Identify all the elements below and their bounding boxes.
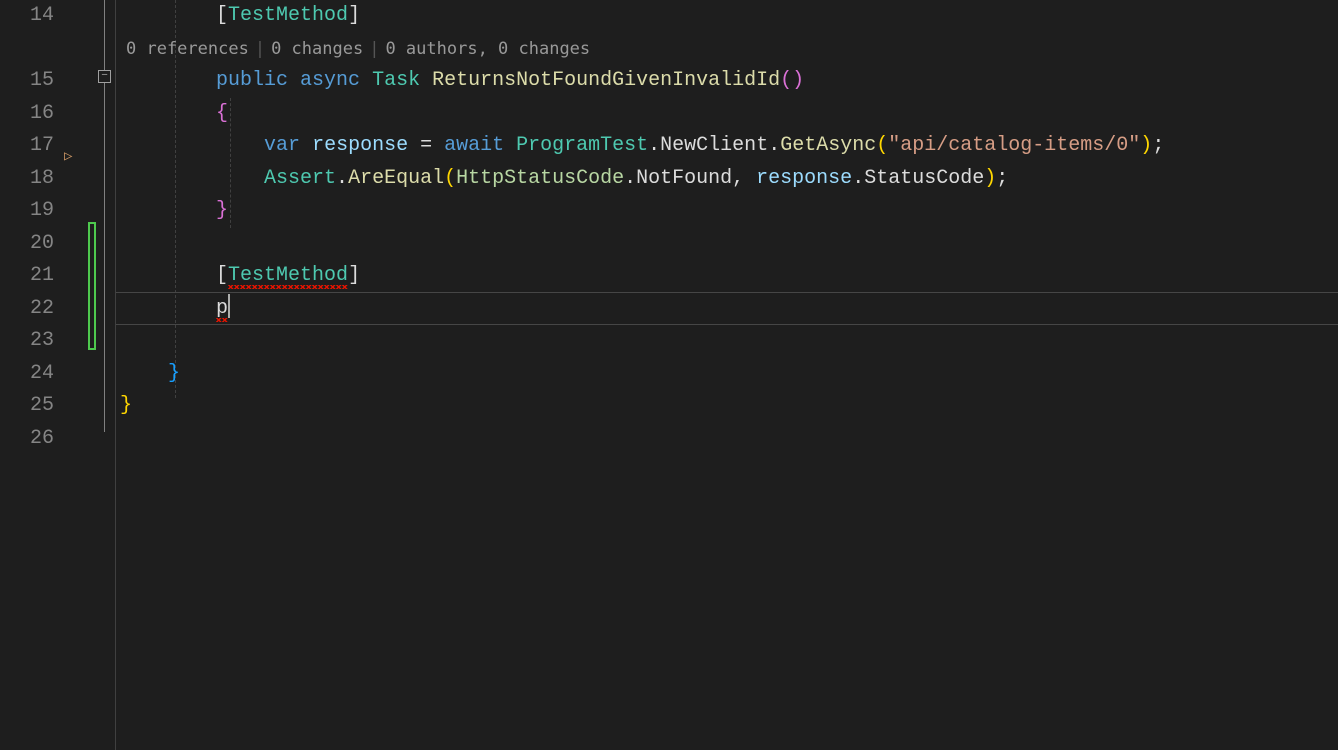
code-line[interactable]: [TestMethod] xyxy=(116,260,1338,293)
line-number: 20 xyxy=(0,228,54,261)
type-name: Assert xyxy=(264,167,336,190)
line-number: 24 xyxy=(0,358,54,391)
code-line[interactable]: [TestMethod] xyxy=(116,0,1338,33)
folding-margin[interactable]: − xyxy=(100,0,116,750)
code-editor[interactable]: 14 15 16 17 18 19 20 21 22 23 24 25 26 ▷… xyxy=(0,0,1338,750)
semicolon: ; xyxy=(996,167,1008,190)
bracket: [ xyxy=(216,264,228,287)
brace: } xyxy=(168,362,180,385)
paren: ) xyxy=(984,167,996,190)
codelens-authors[interactable]: 0 authors, 0 changes xyxy=(379,33,596,66)
code-line[interactable]: var response = await ProgramTest.NewClie… xyxy=(116,130,1338,163)
text-cursor xyxy=(228,294,230,318)
keyword: public xyxy=(216,69,288,92)
code-line[interactable]: { xyxy=(116,98,1338,131)
line-number-gutter: 14 15 16 17 18 19 20 21 22 23 24 25 26 xyxy=(0,0,62,750)
bracket: ] xyxy=(348,264,360,287)
enum-name: HttpStatusCode xyxy=(456,167,624,190)
keyword: var xyxy=(264,134,300,157)
bracket: ] xyxy=(348,4,360,27)
code-line[interactable] xyxy=(116,423,1338,456)
dot: . xyxy=(648,134,660,157)
type-name: ProgramTest xyxy=(516,134,648,157)
line-number: 26 xyxy=(0,423,54,456)
brace: } xyxy=(216,199,228,222)
code-line-current[interactable]: p xyxy=(116,293,1338,326)
type-name: Task xyxy=(372,69,420,92)
string-literal: "api/catalog-items/0" xyxy=(888,134,1140,157)
bracket: [ xyxy=(216,4,228,27)
code-line[interactable]: public async Task ReturnsNotFoundGivenIn… xyxy=(116,65,1338,98)
attribute-name: TestMethod xyxy=(228,4,348,27)
property: StatusCode xyxy=(864,167,984,190)
paren: ( xyxy=(876,134,888,157)
code-line[interactable]: } xyxy=(116,358,1338,391)
operator: = xyxy=(408,134,444,157)
parentheses: () xyxy=(780,69,804,92)
line-number: 17 xyxy=(0,130,54,163)
method-call: GetAsync xyxy=(780,134,876,157)
paren: ) xyxy=(1140,134,1152,157)
line-number: 19 xyxy=(0,195,54,228)
attribute-name-error: TestMethod xyxy=(228,264,348,291)
codelens-references[interactable]: 0 references xyxy=(120,33,255,66)
incomplete-token-error: p xyxy=(216,297,228,324)
enum-member: NotFound xyxy=(636,167,732,190)
brace: { xyxy=(216,102,228,125)
code-line[interactable]: } xyxy=(116,195,1338,228)
line-number: 18 xyxy=(0,163,54,196)
line-number: 23 xyxy=(0,325,54,358)
run-test-glyph-icon[interactable]: ▷ xyxy=(64,148,72,165)
dot: . xyxy=(852,167,864,190)
codelens-changes[interactable]: 0 changes xyxy=(265,33,369,66)
dot: . xyxy=(624,167,636,190)
comma: , xyxy=(732,167,756,190)
fold-collapse-icon[interactable]: − xyxy=(98,70,111,83)
paren: ( xyxy=(444,167,456,190)
code-content[interactable]: [TestMethod] 0 references|0 changes|0 au… xyxy=(116,0,1338,750)
glyph-margin[interactable]: ▷ xyxy=(62,0,86,750)
codelens[interactable]: 0 references|0 changes|0 authors, 0 chan… xyxy=(116,33,1338,66)
dot: . xyxy=(768,134,780,157)
semicolon: ; xyxy=(1152,134,1164,157)
variable: response xyxy=(756,167,852,190)
code-line[interactable]: } xyxy=(116,390,1338,423)
brace: } xyxy=(120,394,132,417)
keyword: async xyxy=(300,69,360,92)
change-indicator-margin xyxy=(86,0,100,750)
code-line[interactable] xyxy=(116,325,1338,358)
line-number: 25 xyxy=(0,390,54,423)
line-number: 14 xyxy=(0,0,54,33)
code-line[interactable] xyxy=(116,228,1338,261)
line-number: 15 xyxy=(0,65,54,98)
variable: response xyxy=(312,134,408,157)
line-number: 22 xyxy=(0,293,54,326)
code-line[interactable]: Assert.AreEqual(HttpStatusCode.NotFound,… xyxy=(116,163,1338,196)
change-added-indicator xyxy=(88,222,96,350)
line-number: 16 xyxy=(0,98,54,131)
property: NewClient xyxy=(660,134,768,157)
method-call: AreEqual xyxy=(348,167,444,190)
line-number: 21 xyxy=(0,260,54,293)
method-name: ReturnsNotFoundGivenInvalidId xyxy=(432,69,780,92)
dot: . xyxy=(336,167,348,190)
keyword: await xyxy=(444,134,504,157)
